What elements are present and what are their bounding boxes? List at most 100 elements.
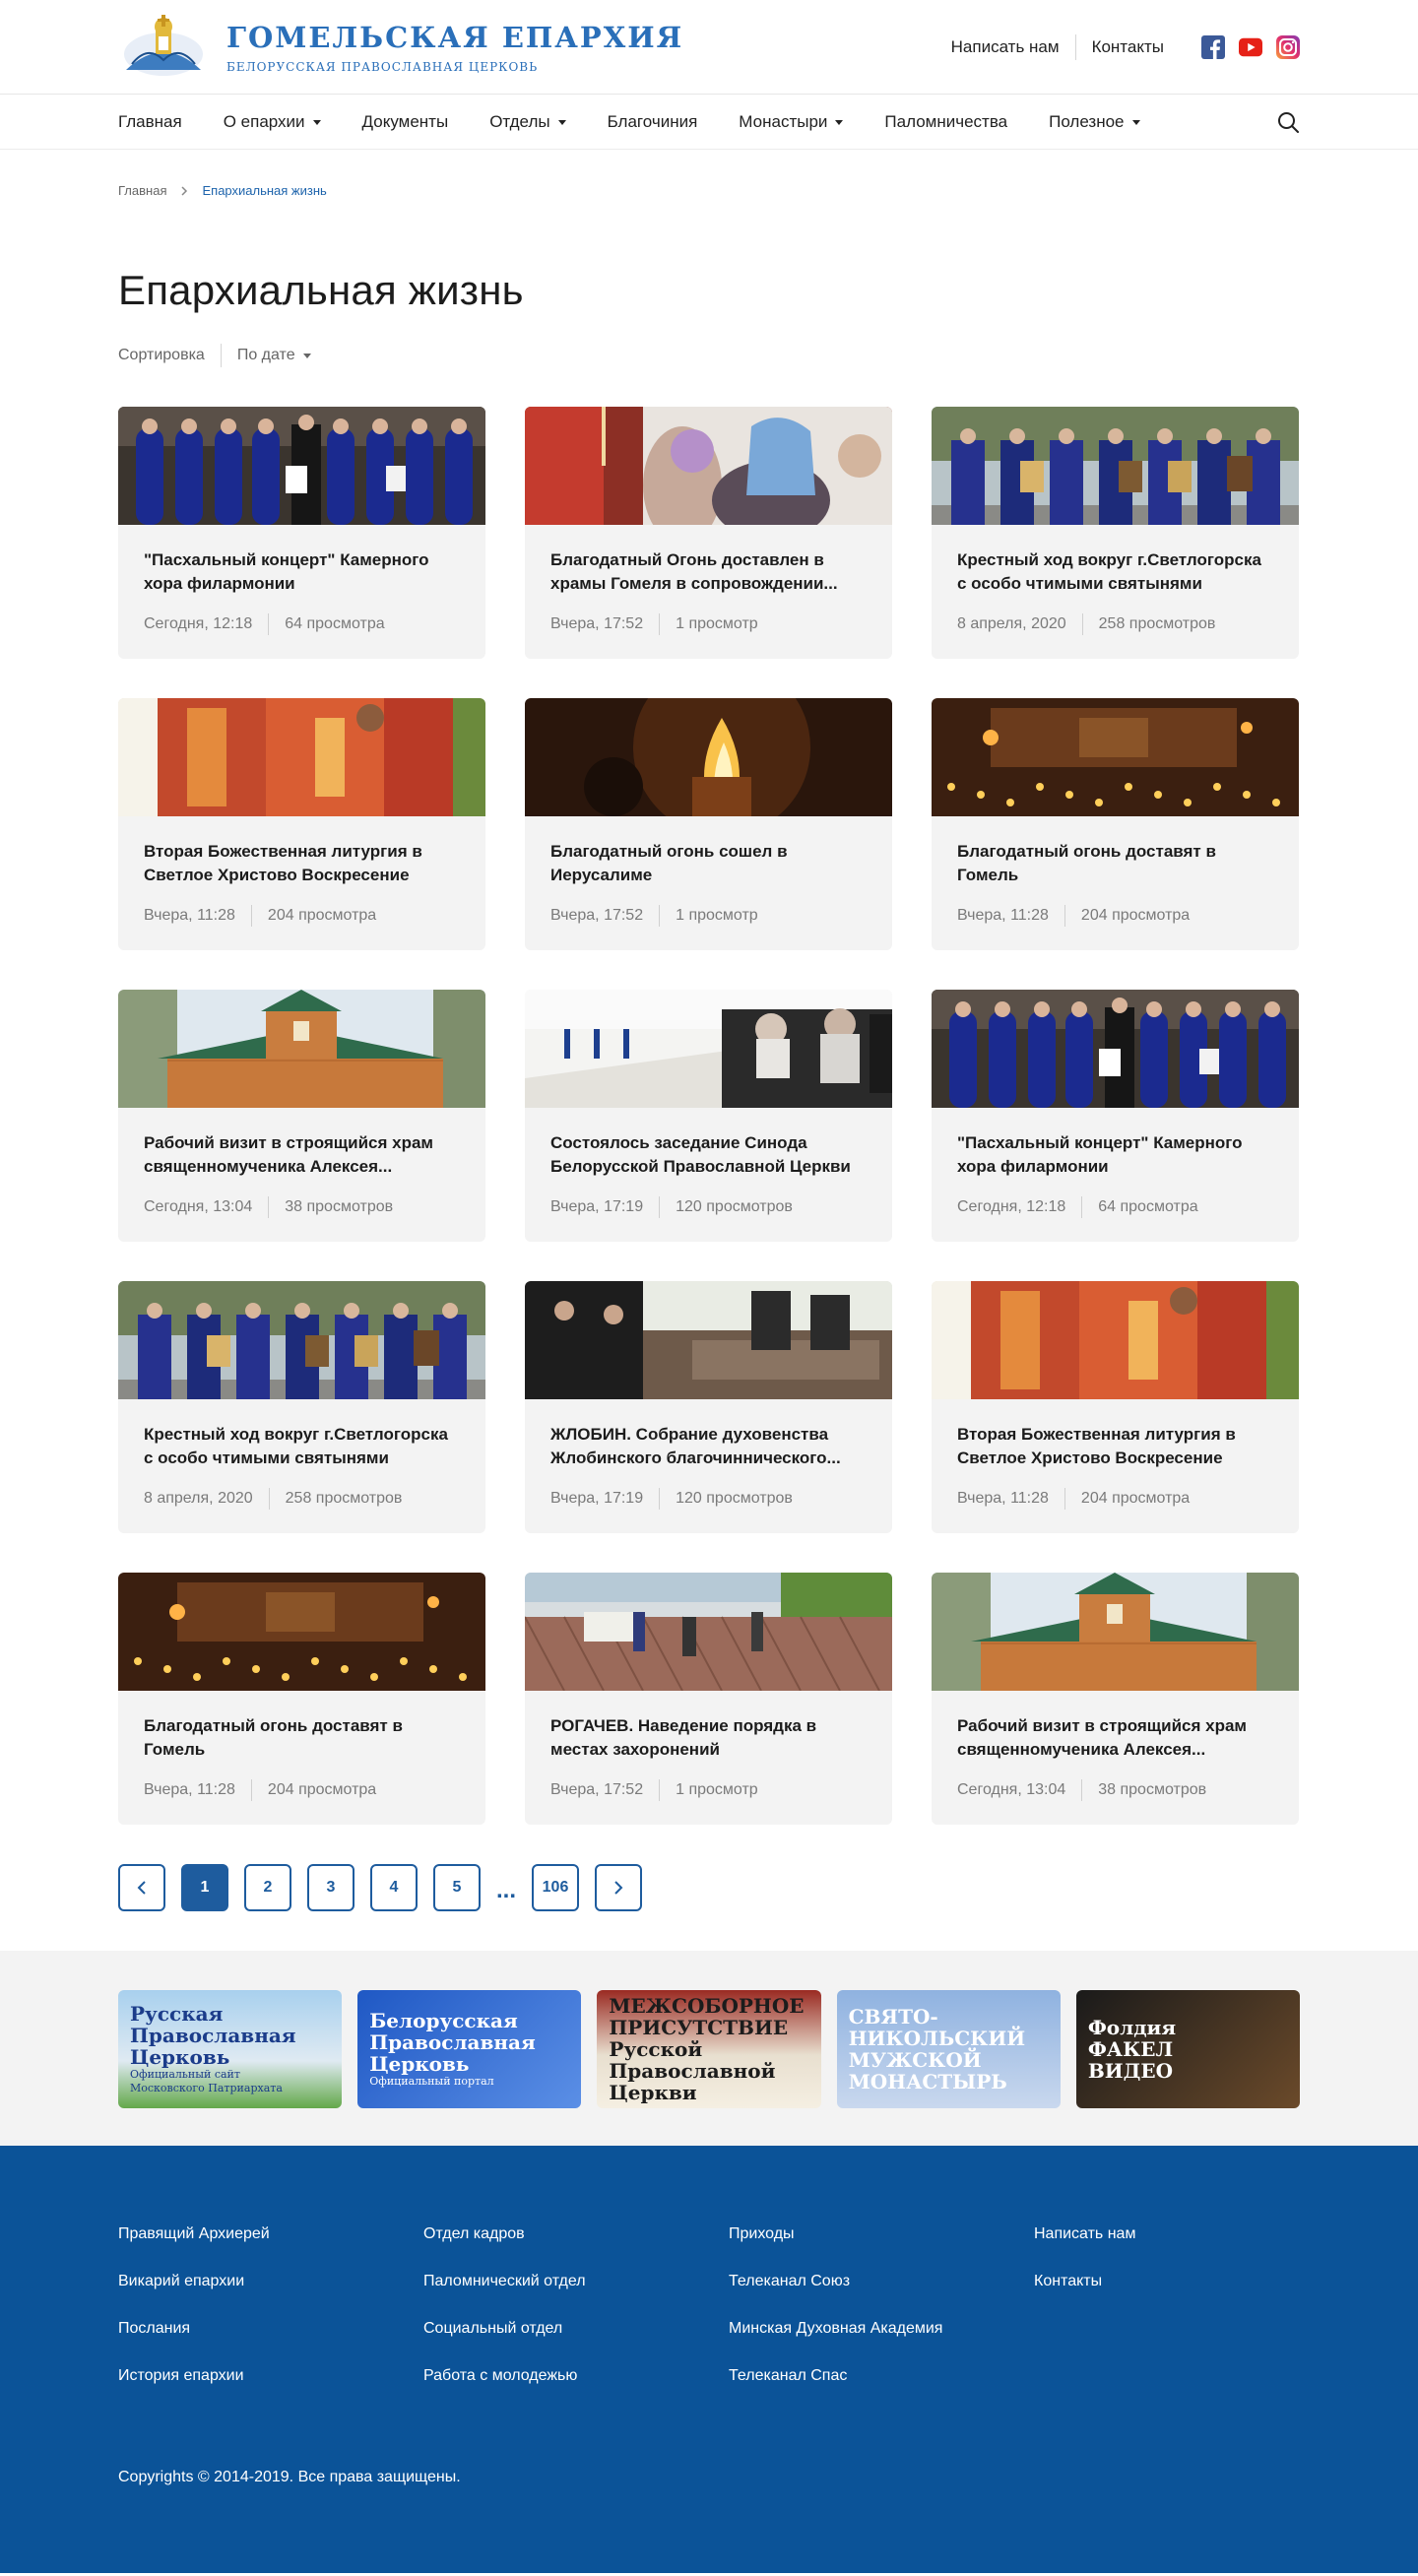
- news-card-title[interactable]: Состоялось заседание Синода Белорусской …: [550, 1131, 867, 1179]
- news-card-body: Благодатный огонь доставят в Гомель Вчера…: [932, 816, 1299, 927]
- footer-columns: Правящий Архиерей Викарий епархии Послания…: [118, 2224, 1300, 2386]
- nav-item[interactable]: Документы: [362, 112, 449, 132]
- news-card[interactable]: Вторая Божественная литургия в Светлое Х…: [932, 1281, 1299, 1533]
- page-number-button[interactable]: 2: [244, 1864, 291, 1911]
- news-card-image[interactable]: [932, 1573, 1299, 1691]
- breadcrumb-home[interactable]: Главная: [118, 183, 166, 198]
- last-page-button[interactable]: 106: [532, 1864, 580, 1911]
- footer-link[interactable]: Минская Духовная Академия: [729, 2319, 1034, 2339]
- news-card-image[interactable]: [525, 698, 892, 816]
- nav-item[interactable]: Паломничества: [884, 112, 1007, 132]
- site-logo[interactable]: ГОМЕЛЬСКАЯ ЕПАРХИЯ БЕЛОРУССКАЯ ПРАВОСЛАВ…: [118, 15, 683, 80]
- nav-item[interactable]: О епархии: [224, 112, 321, 132]
- mezhsobornoe-banner[interactable]: МЕЖСОБОРНОЕ ПРИСУТСТВИЕ Русской Православн…: [597, 1990, 821, 2108]
- news-card-title[interactable]: Крестный ход вокруг г.Светлогорска с осо…: [957, 548, 1273, 596]
- news-card-title[interactable]: Вторая Божественная литургия в Светлое Х…: [957, 1423, 1273, 1470]
- youtube-icon[interactable]: [1239, 35, 1262, 59]
- page-number-button[interactable]: 4: [370, 1864, 418, 1911]
- news-card-date: Вчера, 17:52: [550, 615, 644, 632]
- news-card-title[interactable]: ЖЛОБИН. Собрание духовенства Жлобинского…: [550, 1423, 867, 1470]
- footer-link[interactable]: Отдел кадров: [423, 2224, 729, 2244]
- footer-link[interactable]: Социальный отдел: [423, 2319, 729, 2339]
- instagram-icon[interactable]: [1276, 35, 1300, 59]
- news-card[interactable]: Состоялось заседание Синода Белорусской …: [525, 990, 892, 1242]
- next-page-button[interactable]: [595, 1864, 643, 1911]
- news-card-title[interactable]: "Пасхальный концерт" Камерного хора фила…: [957, 1131, 1273, 1179]
- news-card-image[interactable]: [525, 407, 892, 525]
- russian-church-banner[interactable]: Русская Православная Церковь Официальный са…: [118, 1990, 343, 2108]
- nav-item[interactable]: Отделы: [489, 112, 566, 132]
- footer-link[interactable]: Викарий епархии: [118, 2272, 423, 2291]
- news-card[interactable]: Рабочий визит в строящийся храм священно…: [118, 990, 485, 1242]
- nav-list: Главная О епархии Документы Отделы Благочини…: [118, 112, 1140, 132]
- nav-item[interactable]: Монастыри: [739, 112, 844, 132]
- footer-link[interactable]: Паломнический отдел: [423, 2272, 729, 2291]
- footer-link[interactable]: Правящий Архиерей: [118, 2224, 423, 2244]
- news-card-title[interactable]: Рабочий визит в строящийся храм священно…: [144, 1131, 460, 1179]
- news-card-body: Вторая Божественная литургия в Светлое Х…: [932, 1399, 1299, 1510]
- footer-link[interactable]: Телеканал Союз: [729, 2272, 1034, 2291]
- nav-item[interactable]: Полезное: [1049, 112, 1140, 132]
- contacts-link[interactable]: Контакты: [1076, 37, 1180, 57]
- page-number-button[interactable]: 3: [307, 1864, 354, 1911]
- news-card-title[interactable]: "Пасхальный концерт" Камерного хора фила…: [144, 548, 460, 596]
- news-card-title[interactable]: РОГАЧЕВ. Наведение порядка в местах захо…: [550, 1714, 867, 1762]
- svyato-nikolsky-banner[interactable]: СВЯТО-НИКОЛЬСКИЙ МУЖСКОЙ МОНАСТЫРЬ: [836, 1990, 1061, 2108]
- news-card[interactable]: Благодатный огонь сошел в Иерусалиме Вчер…: [525, 698, 892, 950]
- news-card-views: 38 просмотров: [1098, 1781, 1207, 1798]
- news-card-date: Сегодня, 12:18: [957, 1198, 1066, 1215]
- nav-item[interactable]: Благочиния: [608, 112, 698, 132]
- nav-item[interactable]: Главная: [118, 112, 182, 132]
- news-card-image[interactable]: [118, 990, 485, 1108]
- news-card-title[interactable]: Вторая Божественная литургия в Светлое Х…: [144, 840, 460, 887]
- search-icon[interactable]: [1276, 110, 1300, 134]
- news-card-title[interactable]: Благодатный огонь доставят в Гомель: [957, 840, 1273, 887]
- prev-page-button[interactable]: [118, 1864, 165, 1911]
- page-number-button[interactable]: 1: [181, 1864, 228, 1911]
- news-card[interactable]: Благодатный огонь доставят в Гомель Вчера…: [932, 698, 1299, 950]
- news-card-image[interactable]: [932, 698, 1299, 816]
- footer-link[interactable]: Приходы: [729, 2224, 1034, 2244]
- news-card-title[interactable]: Крестный ход вокруг г.Светлогорска с осо…: [144, 1423, 460, 1470]
- nav-item-label: Полезное: [1049, 112, 1125, 131]
- footer-link[interactable]: Контакты: [1034, 2272, 1339, 2291]
- sort-dropdown[interactable]: По дате: [222, 347, 311, 364]
- news-card-title[interactable]: Благодатный огонь сошел в Иерусалиме: [550, 840, 867, 887]
- belarus-church-banner[interactable]: Белорусская Православная Церковь Официальны…: [357, 1990, 582, 2108]
- news-card-image[interactable]: [525, 990, 892, 1108]
- news-card[interactable]: Рабочий визит в строящийся храм священно…: [932, 1573, 1299, 1825]
- footer-link[interactable]: Телеканал Спас: [729, 2366, 1034, 2386]
- news-card[interactable]: Благодатный огонь доставят в Гомель Вчера…: [118, 1573, 485, 1825]
- news-card[interactable]: Крестный ход вокруг г.Светлогорска с осо…: [118, 1281, 485, 1533]
- news-card-image[interactable]: [932, 1281, 1299, 1399]
- news-card-title[interactable]: Благодатный Огонь доставлен в храмы Гоме…: [550, 548, 867, 596]
- news-card[interactable]: РОГАЧЕВ. Наведение порядка в местах захо…: [525, 1573, 892, 1825]
- footer-link[interactable]: Работа с молодежью: [423, 2366, 729, 2386]
- news-card-image[interactable]: [525, 1573, 892, 1691]
- news-card-image[interactable]: [932, 990, 1299, 1108]
- news-card[interactable]: "Пасхальный концерт" Камерного хора фила…: [932, 990, 1299, 1242]
- news-card[interactable]: "Пасхальный концерт" Камерного хора фила…: [118, 407, 485, 659]
- news-card-image[interactable]: [118, 1281, 485, 1399]
- news-card[interactable]: Вторая Божественная литургия в Светлое Х…: [118, 698, 485, 950]
- write-us-link[interactable]: Написать нам: [935, 37, 1075, 57]
- fakel-video-banner[interactable]: Фолдия ФАКЕЛ ВИДЕО: [1075, 1990, 1301, 2108]
- news-card-image[interactable]: [932, 407, 1299, 525]
- news-card-image[interactable]: [525, 1281, 892, 1399]
- news-card-image[interactable]: [118, 698, 485, 816]
- footer-link[interactable]: Написать нам: [1034, 2224, 1339, 2244]
- facebook-icon[interactable]: [1201, 35, 1225, 59]
- news-card-title[interactable]: Благодатный огонь доставят в Гомель: [144, 1714, 460, 1762]
- news-card[interactable]: Благодатный Огонь доставлен в храмы Гоме…: [525, 407, 892, 659]
- page-number-button[interactable]: 5: [433, 1864, 481, 1911]
- news-card-image[interactable]: [118, 1573, 485, 1691]
- news-card[interactable]: ЖЛОБИН. Собрание духовенства Жлобинского…: [525, 1281, 892, 1533]
- news-card-title[interactable]: Рабочий визит в строящийся храм священно…: [957, 1714, 1273, 1762]
- news-card-views: 1 просмотр: [676, 1781, 758, 1798]
- news-card[interactable]: Крестный ход вокруг г.Светлогорска с осо…: [932, 407, 1299, 659]
- news-card-image[interactable]: [118, 407, 485, 525]
- footer-link[interactable]: Послания: [118, 2319, 423, 2339]
- news-card-views: 120 просмотров: [676, 1490, 793, 1507]
- footer-link[interactable]: История епархии: [118, 2366, 423, 2386]
- partner-banner-text: Православная: [369, 2030, 536, 2054]
